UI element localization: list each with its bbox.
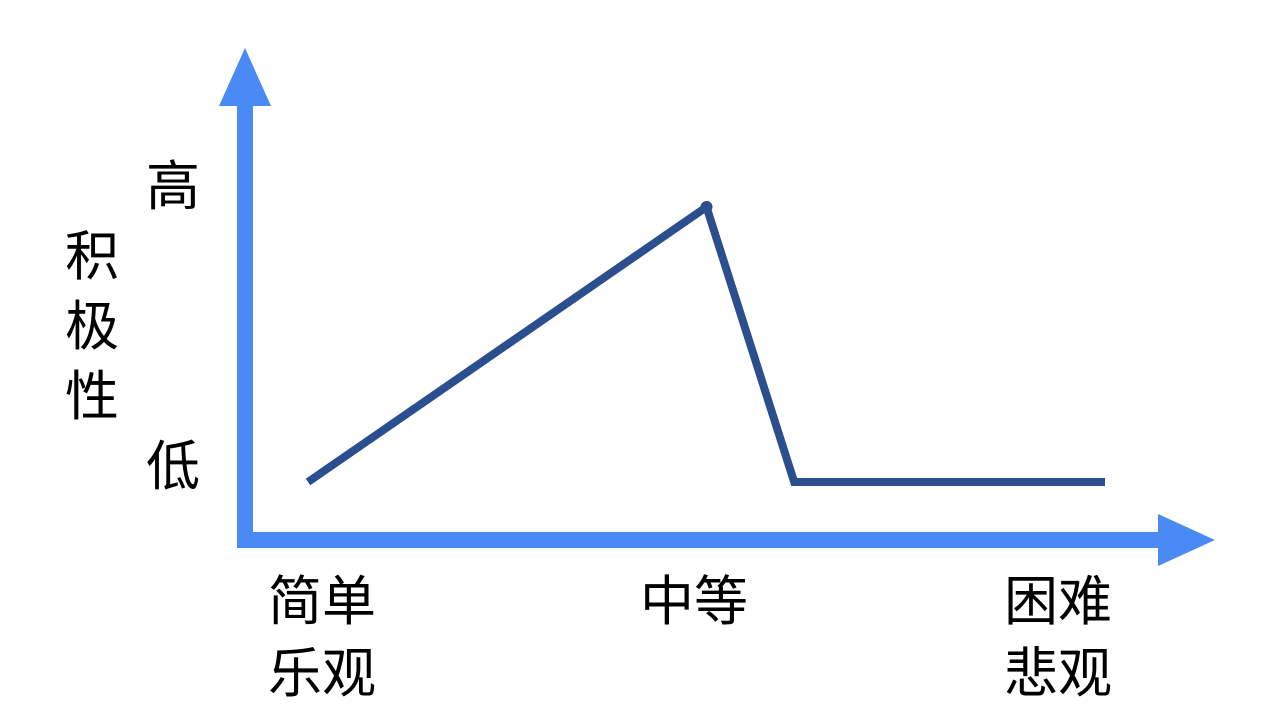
x-category-easy-bottom: 乐观 (268, 642, 376, 705)
motivation-difficulty-diagram: 高 低 积极性 简单 乐观 中等 困难 悲观 (0, 0, 1280, 720)
peak-point (700, 201, 713, 213)
y-tick-label-low: 低 (146, 435, 200, 498)
x-category-hard-top: 困难 (1004, 570, 1112, 633)
y-axis-title: 积极性 (65, 225, 119, 428)
x-category-hard: 困难 悲观 (1004, 566, 1112, 710)
x-category-medium-top: 中等 (640, 570, 748, 633)
x-category-easy-top: 简单 (268, 570, 376, 633)
x-category-easy: 简单 乐观 (268, 566, 376, 710)
x-category-medium: 中等 (640, 566, 748, 638)
y-axis-arrowhead (219, 48, 271, 106)
series-line-motivation (305, 200, 1105, 486)
x-category-hard-bottom: 悲观 (1004, 642, 1112, 705)
x-axis-arrowhead (1158, 514, 1215, 566)
y-tick-label-high: 高 (146, 155, 200, 218)
